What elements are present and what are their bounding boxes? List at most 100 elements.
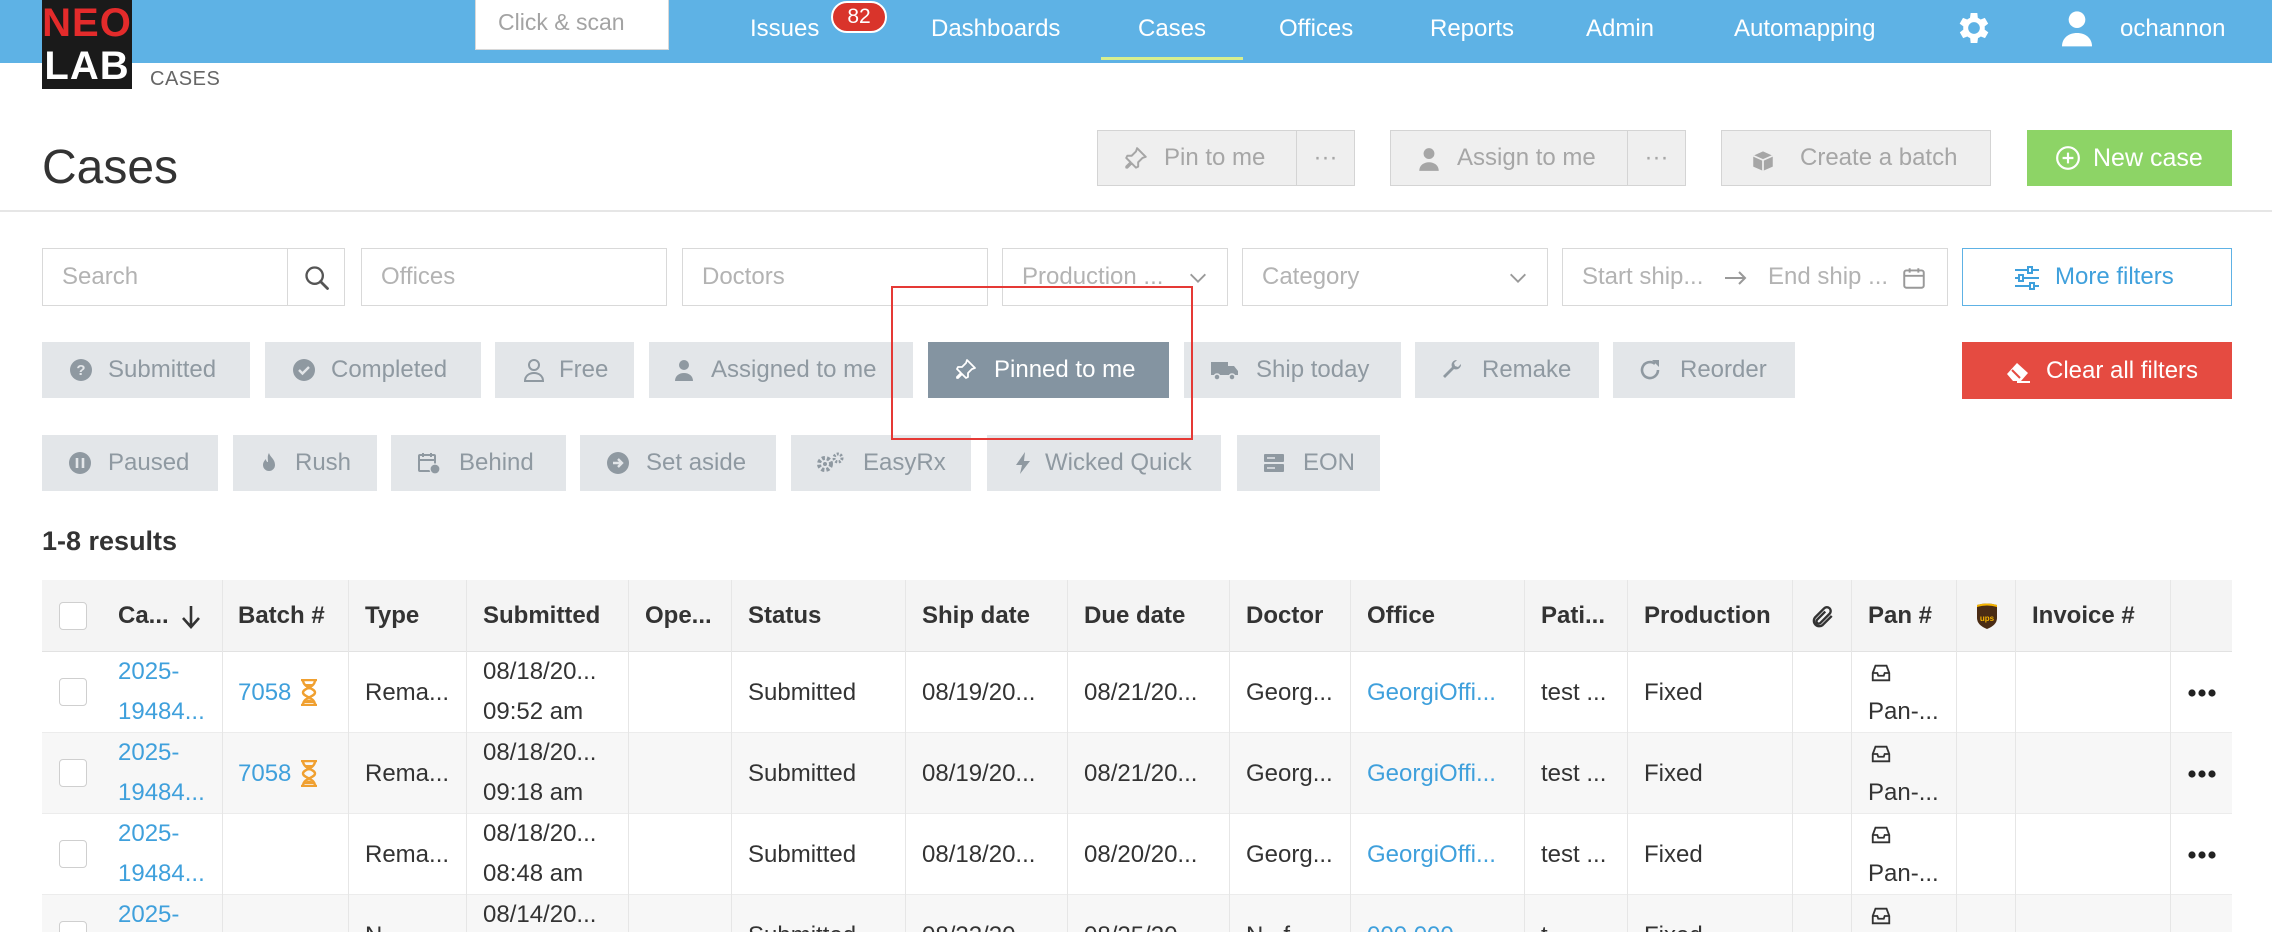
table-row[interactable]: 2025- 19484... 7058 Rema... 08/18/20... 09:18… [42,733,2232,814]
chip-submitted[interactable]: ? Submitted [42,342,250,398]
clear-all-filters-button[interactable]: Clear all filters [1962,342,2232,399]
col-type[interactable]: Type [365,580,419,652]
chip-eon[interactable]: EON [1237,435,1380,491]
chip-remake[interactable]: Remake [1415,342,1599,398]
calendar-icon [1903,268,1925,289]
category-placeholder: Category [1262,263,1360,290]
ship-date-range[interactable]: Start ship... End ship ... [1562,248,1948,306]
table-row[interactable]: 2025- 19484... 7058 Rema... 08/18/20... 09:52… [42,652,2232,733]
col-batch[interactable]: Batch # [238,580,325,652]
row-actions-icon[interactable] [2187,678,2217,708]
page-title: Cases [42,141,179,194]
office-link[interactable]: GeorgiOffi... [1367,814,1496,895]
search-icon [305,266,329,290]
office-link[interactable]: 000 000 [1367,895,1454,932]
col-status[interactable]: Status [748,580,821,652]
chip-paused[interactable]: Paused [42,435,218,491]
nav-reports[interactable]: Reports [1430,0,1514,60]
assign-to-me-button[interactable]: Assign to me [1390,130,1628,186]
gear-icon[interactable] [1954,8,1994,48]
chip-set-aside[interactable]: Set aside [580,435,776,491]
pin-to-me-button[interactable]: Pin to me [1097,130,1297,186]
chip-free[interactable]: Free [495,342,634,398]
row-actions-icon[interactable] [2187,759,2217,789]
assign-options-button[interactable]: ··· [1627,130,1686,186]
end-ship-date[interactable]: End ship ... [1768,249,1888,305]
search-input[interactable]: Search [42,248,288,306]
row-actions-icon[interactable] [2187,840,2217,870]
chip-easyrx[interactable]: EasyRx [791,435,971,491]
col-production[interactable]: Production [1644,580,1771,652]
col-patient[interactable]: Pati... [1541,580,1605,652]
row-actions-icon[interactable] [2187,921,2217,932]
chip-rush-label: Rush [295,449,352,476]
case-number-link[interactable]: 2025- [118,735,179,771]
nav-admin[interactable]: Admin [1586,0,1654,60]
start-ship-date[interactable]: Start ship... [1582,249,1703,305]
chip-wicked-quick[interactable]: Wicked Quick [987,435,1221,491]
ship-date: 08/19/20... [922,679,1036,706]
col-pan[interactable]: Pan # [1868,580,1932,652]
paperclip-icon[interactable] [1809,603,1835,631]
sort-arrow-down-icon[interactable] [180,604,202,630]
search-button[interactable] [287,248,345,306]
case-number-link[interactable]: 2025- [118,897,179,932]
nav-offices[interactable]: Offices [1279,0,1353,60]
col-divider [1350,580,1351,932]
case-number-link[interactable]: 2025- [118,654,179,690]
row-checkbox[interactable] [59,678,87,706]
case-number-link-cont[interactable]: 19484... [118,775,205,811]
row-checkbox[interactable] [59,759,87,787]
col-operator[interactable]: Ope... [645,580,712,652]
case-status: Submitted [748,679,857,706]
nav-dashboards[interactable]: Dashboards [931,0,1060,60]
col-invoice[interactable]: Invoice # [2032,580,2135,652]
username[interactable]: ochannon [2120,0,2225,57]
doctor-name: Georg... [1246,679,1333,706]
neolab-logo[interactable]: NEO LAB [42,0,132,89]
nav-automapping[interactable]: Automapping [1734,0,1875,60]
case-number-link[interactable]: 2025- [118,816,179,852]
col-ship-date[interactable]: Ship date [922,580,1030,652]
office-link[interactable]: GeorgiOffi... [1367,733,1496,814]
col-office[interactable]: Office [1367,580,1435,652]
select-all-checkbox[interactable] [59,602,87,630]
office-link[interactable]: GeorgiOffi... [1367,652,1496,733]
chip-reorder[interactable]: Reorder [1613,342,1795,398]
nav-cases[interactable]: Cases [1101,0,1243,60]
chip-ship-today[interactable]: Ship today [1184,342,1401,398]
doctors-select[interactable]: Doctors [682,248,988,306]
chip-assigned-to-me[interactable]: Assigned to me [649,342,913,398]
category-select[interactable]: Category [1242,248,1548,306]
table-row[interactable]: 2025- 19484... Rema... 08/18/20... 08:48 am S… [42,814,2232,895]
more-filters-button[interactable]: More filters [1962,248,2232,306]
offices-select[interactable]: Offices [361,248,667,306]
row-checkbox[interactable] [59,921,87,932]
col-submitted[interactable]: Submitted [483,580,600,652]
case-number-link-cont[interactable]: 19484... [118,856,205,892]
case-status: Submitted [748,841,857,868]
batch-link[interactable]: 7058 [238,733,291,814]
col-doctor[interactable]: Doctor [1246,580,1323,652]
new-case-button[interactable]: New case [2027,130,2232,186]
pin-icon [1125,147,1147,169]
pin-options-button[interactable]: ··· [1296,130,1355,186]
pause-circle-icon [69,452,91,474]
nav-issues[interactable]: Issues [750,0,819,60]
chip-completed[interactable]: Completed [265,342,481,398]
table-row[interactable]: 2025- N... 08/14/20... Submitted 08/22/20...… [42,895,2232,932]
chip-behind[interactable]: Behind [391,435,566,491]
chip-rush[interactable]: Rush [233,435,377,491]
create-batch-button[interactable]: Create a batch [1721,130,1991,186]
batch-link[interactable]: 7058 [238,652,291,733]
case-number-link-cont[interactable]: 19484... [118,694,205,730]
case-type: Rema... [365,679,450,706]
chip-pinned-to-me[interactable]: Pinned to me [928,342,1169,398]
col-case[interactable]: Ca... [118,580,169,652]
production-select[interactable]: Production ... [1002,248,1228,306]
row-checkbox[interactable] [59,840,87,868]
server-icon [1264,454,1284,472]
scan-input[interactable]: Click & scan [475,0,669,50]
col-due-date[interactable]: Due date [1084,580,1185,652]
user-icon[interactable] [2057,8,2097,48]
